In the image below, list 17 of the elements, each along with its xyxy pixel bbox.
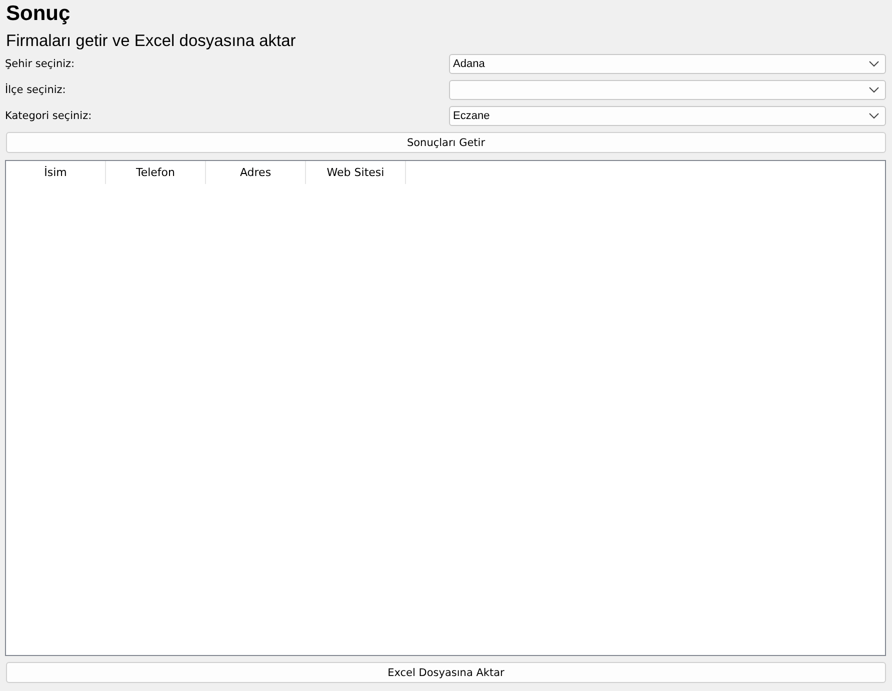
dropdown[interactable]: Adana [449,54,886,74]
chevron-down-icon [869,113,879,119]
page-title: Sonuç [6,2,72,26]
dropdown[interactable]: Eczane [449,106,886,126]
export-button[interactable]: Excel Dosyasına Aktar [6,662,886,683]
field-label: Kategori seçiniz: [5,110,93,122]
column-header[interactable]: Adres [206,161,306,184]
fetch-button[interactable]: Sonuçları Getir [6,132,886,153]
dropdown[interactable] [449,80,886,100]
chevron-down-icon [869,87,879,93]
column-header[interactable]: Web Sitesi [306,161,406,184]
page-subtitle: Firmaları getir ve Excel dosyasına aktar [6,31,296,51]
column-header[interactable]: İsim [6,161,106,184]
field-label: İlçe seçiniz: [5,84,67,96]
column-header[interactable]: Telefon [106,161,206,184]
field-label: Şehir seçiniz: [5,58,76,70]
chevron-down-icon [869,61,879,67]
